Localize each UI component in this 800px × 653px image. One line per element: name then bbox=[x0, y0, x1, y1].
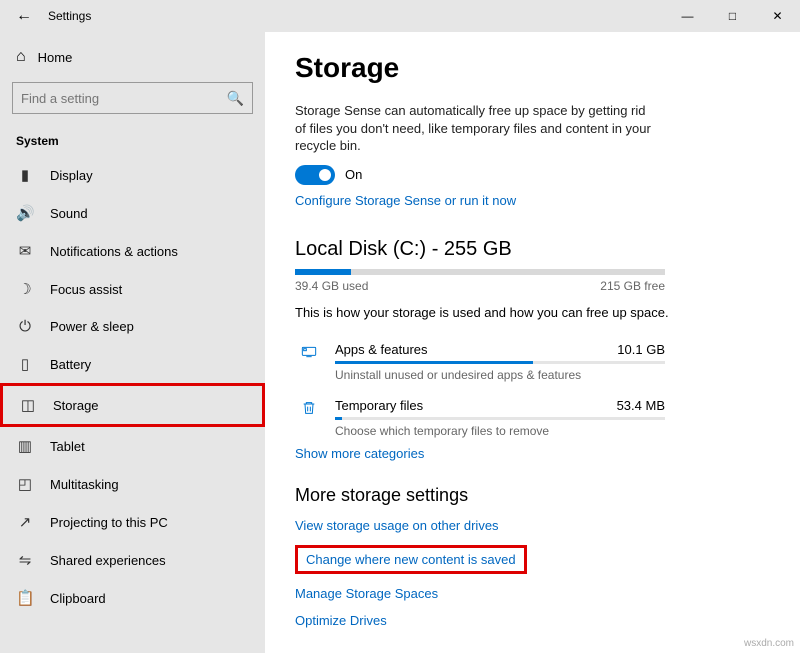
search-input[interactable] bbox=[21, 91, 227, 106]
disk-used: 39.4 GB used bbox=[295, 279, 368, 293]
usage-desc: This is how your storage is used and how… bbox=[295, 305, 770, 320]
search-icon: 🔍 bbox=[227, 90, 244, 107]
apps-icon bbox=[295, 342, 323, 360]
power-icon: ⏻ bbox=[16, 318, 34, 335]
nav-focus-assist[interactable]: ☽Focus assist bbox=[0, 270, 265, 308]
watermark: wsxdn.com bbox=[744, 638, 794, 649]
show-more-link[interactable]: Show more categories bbox=[295, 446, 424, 461]
nav-clipboard[interactable]: 📋Clipboard bbox=[0, 579, 265, 617]
storage-icon: ◫ bbox=[19, 396, 37, 414]
home-icon: ⌂ bbox=[16, 48, 26, 66]
titlebar: ← Settings — □ ✕ bbox=[0, 0, 800, 32]
home-label: Home bbox=[38, 50, 73, 65]
maximize-button[interactable]: □ bbox=[710, 0, 755, 32]
focus-icon: ☽ bbox=[16, 280, 34, 298]
nav-power[interactable]: ⏻Power & sleep bbox=[0, 308, 265, 345]
disk-free: 215 GB free bbox=[600, 279, 665, 293]
display-icon: ▮ bbox=[16, 166, 34, 184]
shared-icon: ⇋ bbox=[16, 551, 34, 569]
nav-tablet[interactable]: ▥Tablet bbox=[0, 427, 265, 465]
link-change-save-location[interactable]: Change where new content is saved bbox=[295, 545, 527, 574]
trash-icon bbox=[295, 398, 323, 416]
back-button[interactable]: ← bbox=[8, 7, 40, 25]
link-optimize-drives[interactable]: Optimize Drives bbox=[295, 613, 387, 628]
nav-notifications[interactable]: ✉Notifications & actions bbox=[0, 232, 265, 270]
sound-icon: 🔊 bbox=[16, 204, 34, 222]
configure-link[interactable]: Configure Storage Sense or run it now bbox=[295, 193, 516, 208]
content: Storage Storage Sense can automatically … bbox=[265, 32, 800, 653]
category-apps[interactable]: Apps & features10.1 GB Uninstall unused … bbox=[295, 334, 665, 390]
nav-list: ▮Display 🔊Sound ✉Notifications & actions… bbox=[0, 156, 265, 617]
clipboard-icon: 📋 bbox=[16, 589, 34, 607]
sense-desc: Storage Sense can automatically free up … bbox=[295, 102, 655, 155]
nav-battery[interactable]: ▯Battery bbox=[0, 345, 265, 383]
toggle-label: On bbox=[345, 167, 362, 182]
nav-display[interactable]: ▮Display bbox=[0, 156, 265, 194]
disk-title: Local Disk (C:) - 255 GB bbox=[295, 238, 770, 261]
nav-shared[interactable]: ⇋Shared experiences bbox=[0, 541, 265, 579]
window-title: Settings bbox=[48, 9, 91, 23]
home-nav[interactable]: ⌂ Home bbox=[0, 40, 265, 74]
sidebar: ⌂ Home 🔍 System ▮Display 🔊Sound ✉Notific… bbox=[0, 32, 265, 653]
storage-sense-toggle[interactable] bbox=[295, 165, 335, 185]
minimize-button[interactable]: — bbox=[665, 0, 710, 32]
more-title: More storage settings bbox=[295, 485, 770, 506]
link-storage-spaces[interactable]: Manage Storage Spaces bbox=[295, 586, 438, 601]
link-other-drives[interactable]: View storage usage on other drives bbox=[295, 518, 499, 533]
projecting-icon: ↗ bbox=[16, 513, 34, 531]
page-title: Storage bbox=[295, 52, 770, 84]
close-button[interactable]: ✕ bbox=[755, 0, 800, 32]
nav-projecting[interactable]: ↗Projecting to this PC bbox=[0, 503, 265, 541]
nav-sound[interactable]: 🔊Sound bbox=[0, 194, 265, 232]
section-label: System bbox=[0, 122, 265, 156]
category-temp[interactable]: Temporary files53.4 MB Choose which temp… bbox=[295, 390, 665, 446]
notifications-icon: ✉ bbox=[16, 242, 34, 260]
nav-multitasking[interactable]: ◰Multitasking bbox=[0, 465, 265, 503]
search-box[interactable]: 🔍 bbox=[12, 82, 253, 114]
multitasking-icon: ◰ bbox=[16, 475, 34, 493]
disk-bar bbox=[295, 269, 665, 275]
tablet-icon: ▥ bbox=[16, 437, 34, 455]
battery-icon: ▯ bbox=[16, 355, 34, 373]
nav-storage[interactable]: ◫Storage bbox=[0, 383, 265, 427]
